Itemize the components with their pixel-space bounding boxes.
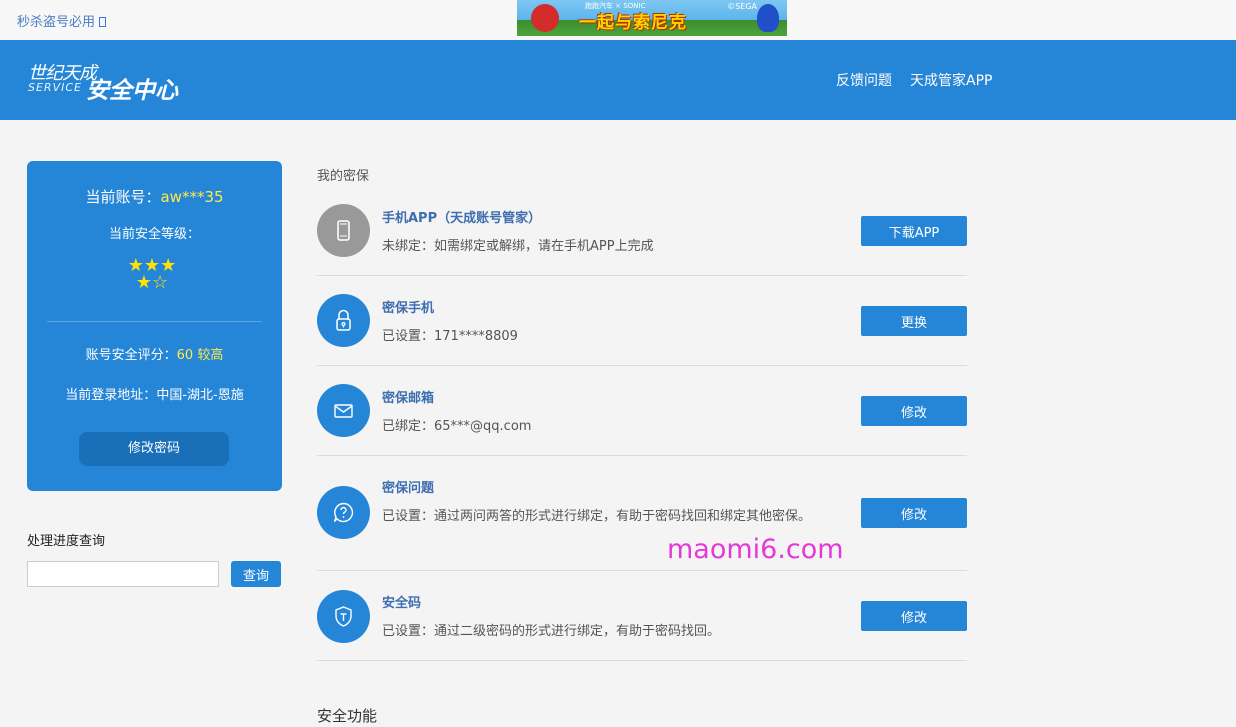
external-box-icon <box>99 17 107 27</box>
ad-banner[interactable]: 跑跑汽车 × SONIC 一起与索尼克 ©SEGA <box>517 0 787 36</box>
score-label: 账号安全评分： <box>85 348 177 363</box>
item-title: 密保邮箱 <box>382 391 435 406</box>
protection-item-email: 密保邮箱 已绑定：65***@qq.com 修改 <box>317 366 967 456</box>
protection-item-phone: 密保手机 已设置：171****8809 更换 <box>317 276 967 366</box>
mail-icon <box>317 384 370 437</box>
location-line: 当前登录地址：中国-湖北-恩施 <box>27 384 282 403</box>
security-stars: ★★★ ★☆ <box>120 257 184 293</box>
nav-app[interactable]: 天成管家APP <box>910 70 992 90</box>
item-title: 密保问题 <box>382 481 435 496</box>
shield-icon <box>317 590 370 643</box>
banner-character-icon <box>531 4 559 32</box>
watermark-text: maomi6.com <box>667 534 844 565</box>
item-desc: 已绑定：65***@qq.com <box>382 419 532 434</box>
logo-line3: 安全中心 <box>86 78 178 104</box>
logo-line2: SERVICE <box>28 81 82 94</box>
item-desc: 已设置：171****8809 <box>382 329 518 344</box>
protection-item-app: 手机APP（天成账号管家） 未绑定：如需绑定或解绑，请在手机APP上完成 下载A… <box>317 191 967 276</box>
item-title: 手机APP（天成账号管家） <box>382 211 542 226</box>
download-app-button[interactable]: 下载APP <box>861 216 967 246</box>
nav-feedback[interactable]: 反馈问题 <box>836 70 892 90</box>
item-title: 密保手机 <box>382 301 435 316</box>
header-nav: 反馈问题 天成管家APP <box>836 70 992 90</box>
star-filled-icon: ★ <box>135 272 152 293</box>
account-label: 当前账号： <box>85 188 161 206</box>
phone-app-icon <box>317 204 370 257</box>
item-desc: 未绑定：如需绑定或解绑，请在手机APP上完成 <box>382 239 654 254</box>
query-button[interactable]: 查询 <box>231 561 281 587</box>
score-value: 60 较高 <box>176 348 224 363</box>
question-icon <box>317 486 370 539</box>
location-label: 当前登录地址： <box>65 388 157 403</box>
account-line: 当前账号：aw***35 <box>27 186 282 207</box>
replace-phone-button[interactable]: 更换 <box>861 306 967 336</box>
top-strip: 秒杀盗号必用 跑跑汽车 × SONIC 一起与索尼克 ©SEGA <box>0 0 1236 40</box>
item-title: 安全码 <box>382 596 422 611</box>
lock-icon <box>317 294 370 347</box>
score-line: 账号安全评分：60 较高 <box>27 344 282 363</box>
location-value: 中国-湖北-恩施 <box>156 388 244 403</box>
item-desc: 已设置：通过两问两答的形式进行绑定，有助于密码找回和绑定其他密保。 <box>382 509 812 524</box>
progress-input[interactable] <box>27 561 219 587</box>
change-password-button[interactable]: 修改密码 <box>79 432 229 466</box>
promo-link[interactable]: 秒杀盗号必用 <box>17 11 107 30</box>
modify-question-button[interactable]: 修改 <box>861 498 967 528</box>
item-desc: 已设置：通过二级密码的形式进行绑定，有助于密码找回。 <box>382 624 721 639</box>
section-title: 我的密保 <box>317 169 370 184</box>
account-value: aw***35 <box>160 188 224 206</box>
star-empty-icon: ☆ <box>152 272 169 293</box>
protection-item-code: 安全码 已设置：通过二级密码的形式进行绑定，有助于密码找回。 修改 <box>317 571 967 661</box>
protection-item-question: 密保问题 已设置：通过两问两答的形式进行绑定，有助于密码找回和绑定其他密保。 修… <box>317 456 967 571</box>
security-level-label: 当前安全等级： <box>108 227 200 242</box>
card-divider <box>47 321 262 322</box>
progress-title: 处理进度查询 <box>27 534 106 549</box>
banner-sega: ©SEGA <box>727 2 757 11</box>
account-card: 当前账号：aw***35 当前安全等级： ★★★ ★☆ 账号安全评分：60 较高 … <box>27 161 282 491</box>
site-header: 世纪天成 SERVICE 安全中心 反馈问题 天成管家APP <box>0 40 1236 120</box>
modify-code-button[interactable]: 修改 <box>861 601 967 631</box>
security-features-title: 安全功能 <box>317 707 378 725</box>
modify-email-button[interactable]: 修改 <box>861 396 967 426</box>
banner-text: 一起与索尼克 <box>579 13 687 33</box>
site-logo[interactable]: 世纪天成 SERVICE 安全中心 <box>28 59 198 104</box>
sonic-character-icon <box>757 4 779 32</box>
